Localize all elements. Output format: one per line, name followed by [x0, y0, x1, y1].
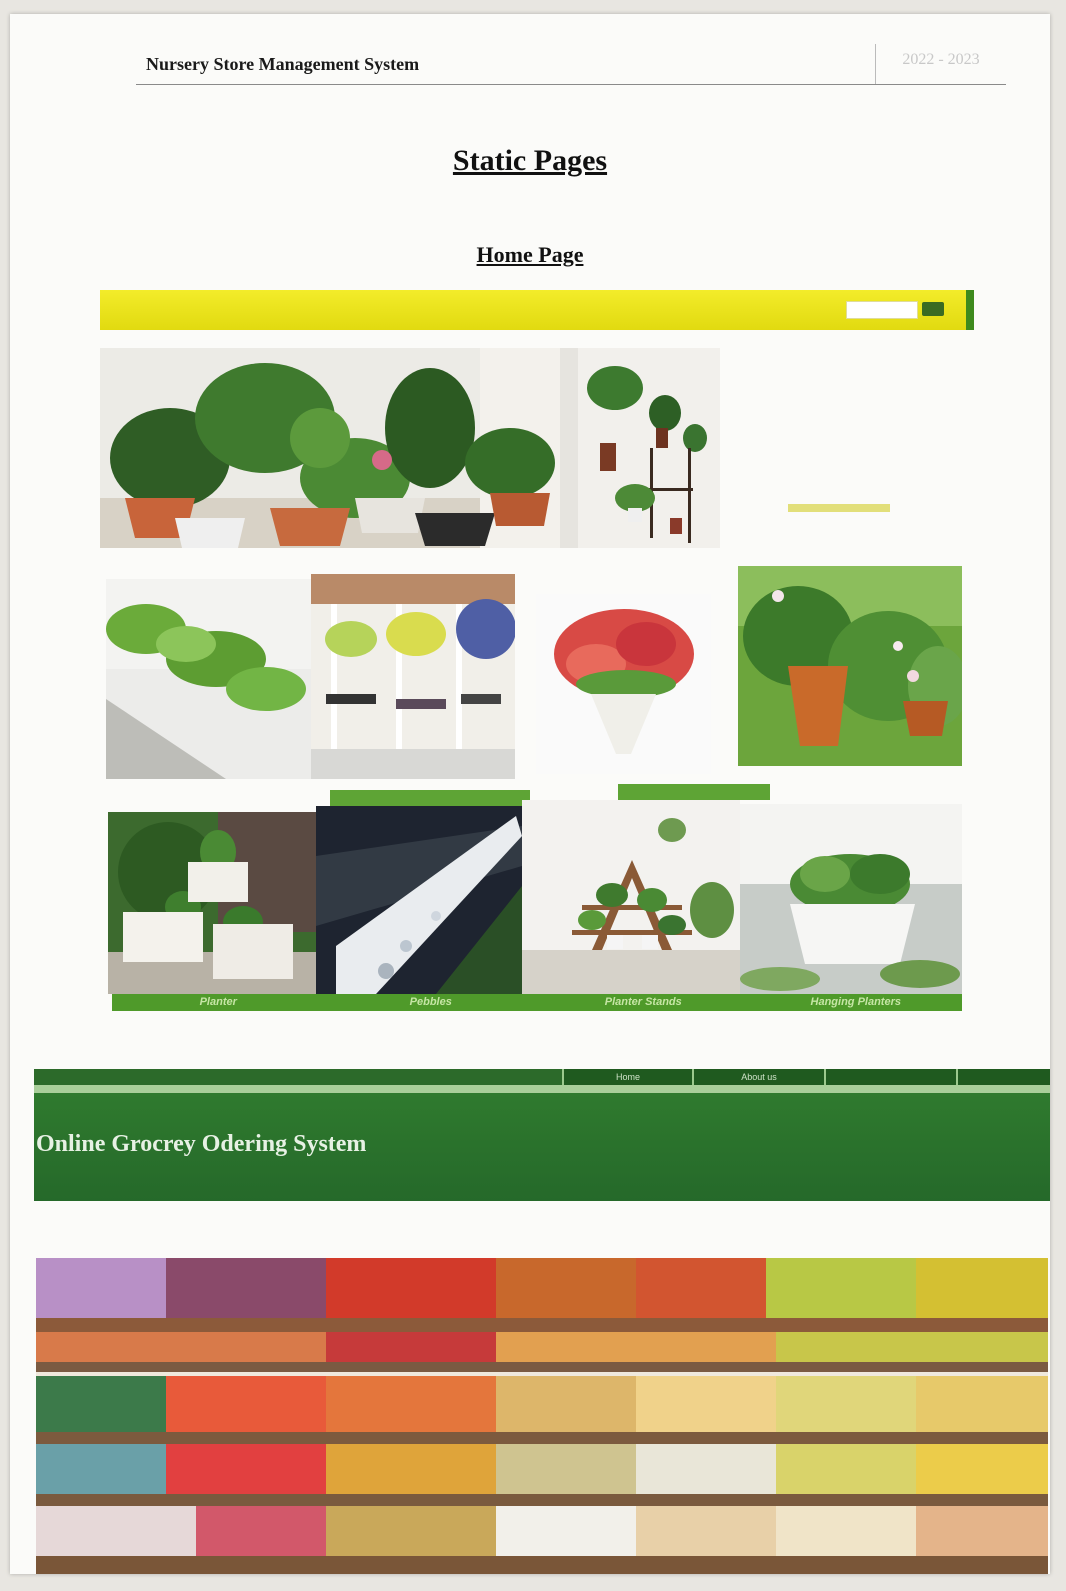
header-title: Nursery Store Management System [146, 54, 420, 74]
grocery-banner: Online Grocrey Odering System [34, 1093, 1050, 1201]
grocery-site-title: Online Grocrey Odering System [36, 1131, 367, 1157]
lettuce-planter-photo [106, 579, 311, 779]
caption-hanging-planters: Hanging Planters [810, 996, 901, 1008]
grocery-tab [956, 1069, 1050, 1085]
grocery-tab [824, 1069, 956, 1085]
planter-photo [108, 812, 316, 994]
caption-pebbles: Pebbles [409, 996, 452, 1008]
produce-shelves-photo [36, 1258, 1048, 1574]
running-header: Nursery Store Management System 2022 - 2… [136, 44, 1006, 85]
grocery-tab-about: About us [692, 1069, 824, 1085]
nursery-search-button [922, 302, 944, 316]
nursery-search-input [846, 301, 918, 319]
subsection-title: Home Page [476, 242, 584, 267]
nursery-navbar [100, 290, 974, 330]
row-divider-strip [618, 784, 770, 800]
grocery-nav-tabs: Home About us [562, 1069, 1050, 1085]
caption-planter-stands: Planter Stands [604, 996, 682, 1008]
window-box-planters-photo [311, 574, 515, 779]
hanging-baskets-photo [738, 566, 962, 766]
caption-planter: Planter [199, 996, 237, 1008]
grocery-tab-home: Home [562, 1069, 692, 1085]
potted-plants-photo [100, 348, 560, 548]
row-divider-strip [330, 790, 530, 806]
hanging-planter-photo [740, 804, 962, 994]
header-year: 2022 - 2023 [875, 44, 1006, 84]
hanging-petunia-photo [536, 594, 711, 774]
pebbles-photo [316, 806, 522, 994]
section-title: Static Pages [452, 144, 608, 177]
planter-stand-photo [522, 800, 740, 994]
grocery-subnav [34, 1210, 1050, 1226]
document-page: Nursery Store Management System 2022 - 2… [10, 14, 1050, 1574]
promo-tag [788, 504, 890, 512]
grocery-header-rule [34, 1085, 1050, 1093]
plant-stand-photo [560, 348, 720, 548]
category-caption-bar: Planter Pebbles Planter Stands Hanging P… [112, 994, 962, 1011]
